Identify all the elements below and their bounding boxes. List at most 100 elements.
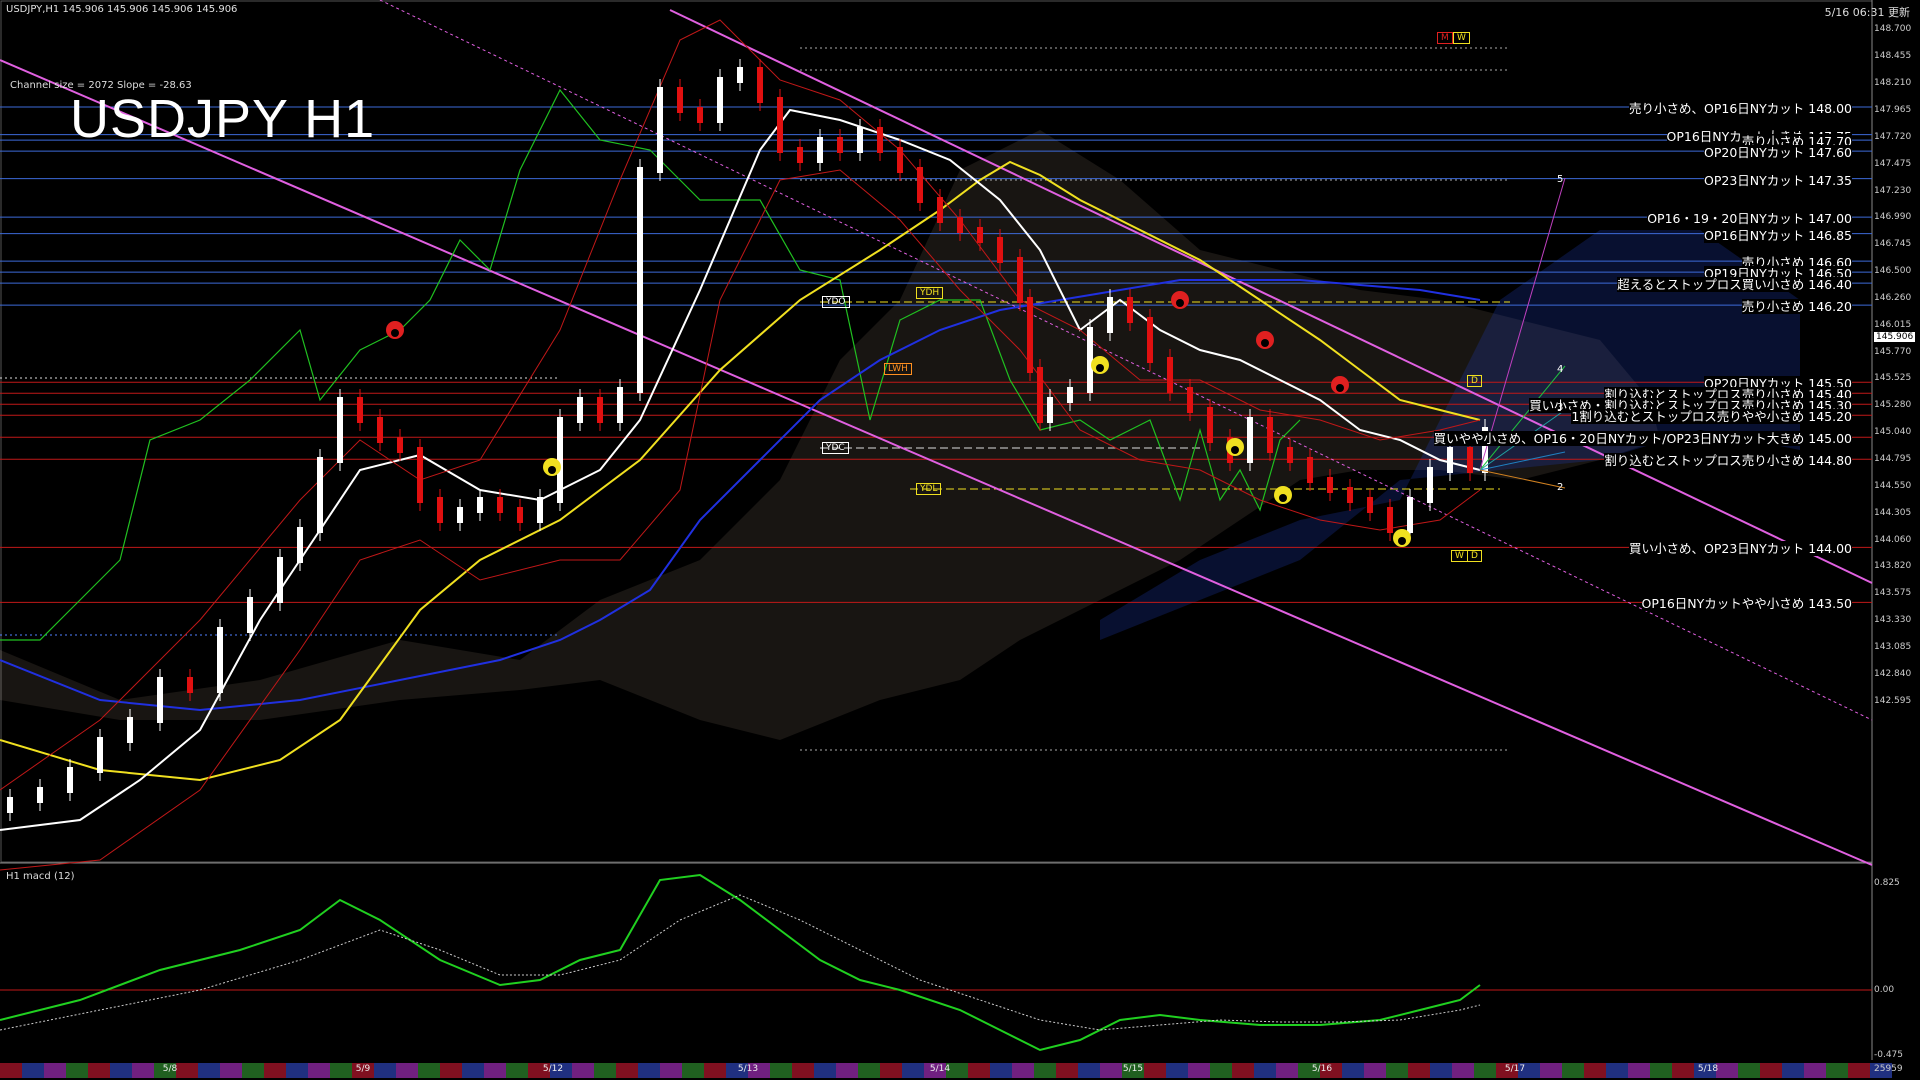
date-bar-segment (506, 1063, 528, 1078)
macd-tick-label: -0.475 (1874, 1050, 1904, 1060)
candle-body (877, 127, 883, 153)
level-label-text: 売り小さめ 146.20 (1741, 299, 1852, 315)
date-bar-segment (1188, 1063, 1210, 1078)
ydc-marker: YDC (822, 442, 849, 454)
wave-label-2: 2 (1557, 482, 1564, 493)
date-bar-segment (880, 1063, 902, 1078)
date-bar-segment (1056, 1063, 1078, 1078)
candle-body (977, 227, 983, 243)
date-bar-segment (682, 1063, 704, 1078)
date-bar-segment (858, 1063, 880, 1078)
level-label-text: OP16日NYカット 146.85 (1704, 227, 1852, 243)
candle-body (717, 77, 723, 123)
date-bar-segment (1364, 1063, 1386, 1078)
candle-body (1047, 397, 1053, 423)
price-tick-label: 145.280 (1874, 400, 1912, 411)
date-bar-segment (814, 1063, 836, 1078)
date-bar-segment (836, 1063, 858, 1078)
candle-body (937, 197, 943, 223)
price-tick-label: 147.720 (1874, 131, 1912, 142)
price-tick-label: 147.230 (1874, 185, 1912, 196)
candle-body (697, 107, 703, 123)
candle-body (757, 67, 763, 103)
date-bar-segment (1562, 1063, 1584, 1078)
date-bar-segment (1210, 1063, 1232, 1078)
date-bar-segment (616, 1063, 638, 1078)
date-bar-segment (1078, 1063, 1100, 1078)
macd-label: H1 macd (12) (6, 871, 75, 882)
signal-marker-hole (1261, 339, 1269, 347)
update-timestamp: 5/16 06:31 更新 (1824, 6, 1910, 19)
date-bar-segment (638, 1063, 660, 1078)
candle-body (417, 447, 423, 503)
date-bar-segment (396, 1063, 418, 1078)
price-tick-label: 144.550 (1874, 480, 1912, 491)
candle-body (617, 387, 623, 423)
candle-body (317, 457, 323, 533)
date-label: 5/16 (1311, 1064, 1333, 1074)
price-tick-label: 145.770 (1874, 346, 1912, 357)
price-tick-label: 146.990 (1874, 212, 1912, 223)
price-tick-label: 145.525 (1874, 373, 1912, 384)
date-label: 5/17 (1504, 1064, 1526, 1074)
date-bar-segment (1650, 1063, 1672, 1078)
candle-body (997, 237, 1003, 263)
price-tick-label: 146.745 (1874, 239, 1912, 250)
date-bar-segment (1782, 1063, 1804, 1078)
candle-body (797, 147, 803, 163)
macd-tick-label: 0.00 (1874, 985, 1895, 995)
signal-marker-hole (1176, 299, 1184, 307)
date-bar-segment (0, 1063, 22, 1078)
candle-body (517, 507, 523, 523)
signal-marker-hole (1096, 364, 1104, 372)
candle-body (1367, 497, 1373, 513)
level-label: OP16日NYカット 146.85 (1704, 225, 1852, 244)
volume-label: 25959 (1874, 1064, 1903, 1074)
candle-body (1147, 317, 1153, 363)
date-bar-segment (704, 1063, 726, 1078)
date-bar-segment (264, 1063, 286, 1078)
date-bar-segment (1012, 1063, 1034, 1078)
level-label: OP20日NYカット 147.60 (1704, 142, 1852, 161)
candle-body (337, 397, 343, 463)
date-bar-segment (440, 1063, 462, 1078)
price-tick-label: 148.700 (1874, 24, 1912, 34)
wave-label-3: 3 (1557, 402, 1564, 413)
price-tick-label: 144.060 (1874, 534, 1912, 545)
level-label-text: OP23日NYカット 147.35 (1704, 172, 1852, 188)
candle-body (1127, 297, 1133, 323)
level-label: 買いやや小さめ、OP16・20日NYカット/OP23日NYカット大きめ 145.… (1433, 428, 1852, 447)
level-label-text: 買いやや小さめ、OP16・20日NYカット/OP23日NYカット大きめ 145.… (1433, 431, 1852, 447)
candle-body (957, 217, 963, 233)
channel-line-lower (0, 59, 1873, 866)
current-price-label: 145.906 (1871, 331, 1920, 342)
candle-body (837, 137, 843, 153)
chart-title: USDJPY H1 (70, 89, 376, 149)
date-label: 5/9 (355, 1064, 371, 1074)
price-tick-label: 147.475 (1874, 158, 1912, 169)
date-bar-segment (66, 1063, 88, 1078)
level-label: 1割り込むとストップロス売りやや小さめ 145.20 (1571, 406, 1852, 425)
candle-body (357, 397, 363, 423)
date-bar-segment (1584, 1063, 1606, 1078)
date-bar-segment (770, 1063, 792, 1078)
level-label: 超えるとストップロス買い小さめ 146.40 (1617, 274, 1852, 293)
candle-body (1207, 407, 1213, 443)
date-label: 5/15 (1122, 1064, 1144, 1074)
date-bar-segment (1452, 1063, 1474, 1078)
date-bar-segment (968, 1063, 990, 1078)
candle-body (1387, 507, 1393, 533)
signal-marker-hole (1398, 537, 1406, 545)
signal-marker-hole (548, 466, 556, 474)
level-label-text: OP20日NYカット 147.60 (1704, 145, 1852, 161)
level-label-text: 買い小さめ、OP23日NYカット 144.00 (1629, 541, 1852, 557)
current-price: 145.906 (1874, 331, 1916, 342)
level-label: 買い小さめ、OP23日NYカット 144.00 (1629, 538, 1852, 557)
price-tick-label: 146.015 (1874, 319, 1912, 330)
candle-body (97, 737, 103, 773)
date-label: 5/12 (542, 1064, 564, 1074)
date-bar-segment (110, 1063, 132, 1078)
date-bar-segment (1386, 1063, 1408, 1078)
signal-marker-hole (1279, 494, 1287, 502)
date-bar-segment (1474, 1063, 1496, 1078)
